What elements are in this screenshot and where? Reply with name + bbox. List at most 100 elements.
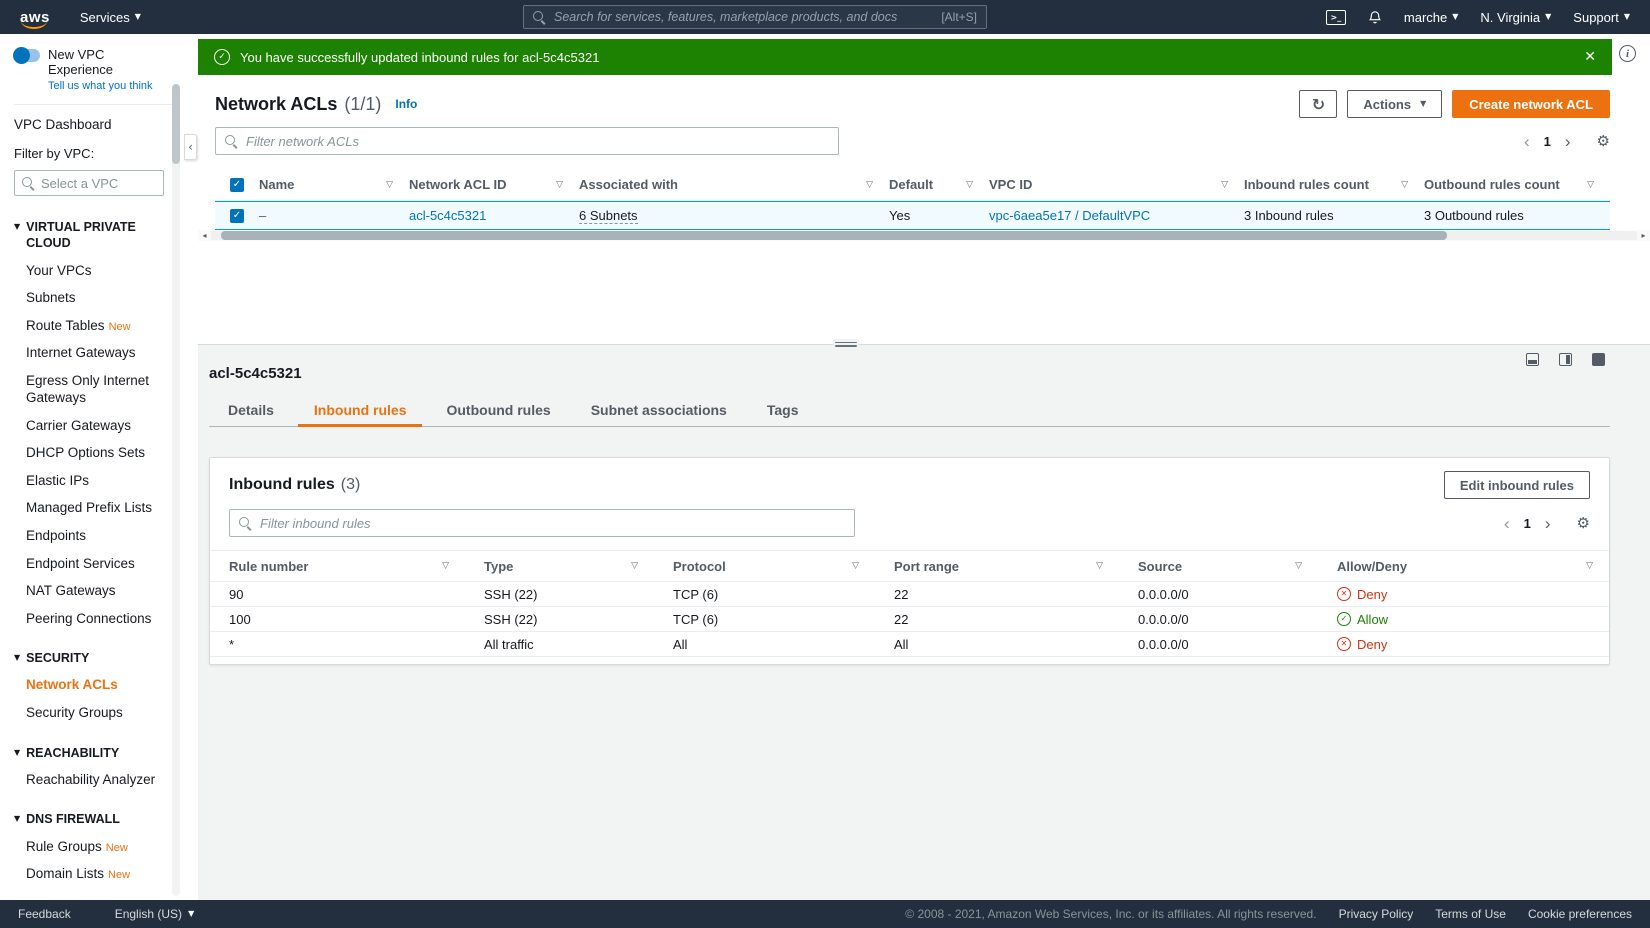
preferences-gear-icon[interactable]: ⚙ [1577, 514, 1590, 532]
bottom-panel-layout-icon[interactable] [1526, 353, 1539, 366]
sidebar-item-endpoint-services[interactable]: Endpoint Services [26, 555, 172, 573]
column-label: VPC ID [989, 177, 1033, 192]
info-link[interactable]: Info [395, 97, 417, 111]
filter-icon[interactable]: ▽ [386, 180, 393, 190]
privacy-policy-link[interactable]: Privacy Policy [1339, 907, 1414, 921]
cloudshell-icon[interactable]: >_ [1325, 9, 1346, 25]
region-menu[interactable]: N. Virginia ▼ [1480, 10, 1551, 25]
section-title-dns-firewall[interactable]: ▼ DNS FIREWALL [14, 811, 172, 827]
current-page[interactable]: 1 [1544, 134, 1551, 149]
banner-close-icon[interactable]: ✕ [1584, 49, 1596, 65]
previous-page-icon[interactable]: ‹ [1524, 133, 1530, 150]
sidebar-item-vpc-dashboard[interactable]: VPC Dashboard [14, 117, 172, 132]
outbound-count-cell: 3 Outbound rules [1424, 208, 1524, 223]
inbound-rules-filter[interactable] [229, 509, 855, 537]
sidebar-scrollbar[interactable] [172, 84, 180, 896]
scroll-left-icon[interactable]: ◂ [198, 231, 211, 240]
tab-outbound-rules[interactable]: Outbound rules [426, 393, 570, 426]
aws-logo[interactable]: aws [20, 9, 50, 29]
refresh-button[interactable]: ↻ [1299, 90, 1338, 118]
cookie-preferences-link[interactable]: Cookie preferences [1528, 907, 1632, 921]
sidebar-item-managed-prefix-lists[interactable]: Managed Prefix Lists [26, 499, 172, 517]
filter-icon[interactable]: ▽ [1221, 180, 1228, 190]
filter-row: ‹ 1 › ⚙ [215, 127, 1610, 155]
sidebar-item-network-acls[interactable]: Network ACLs [26, 676, 172, 694]
sidebar-item-subnets[interactable]: Subnets [26, 289, 172, 307]
filter-icon[interactable]: ▽ [1586, 561, 1593, 571]
inbound-rules-filter-input[interactable] [260, 515, 845, 531]
sidebar-item-internet-gateways[interactable]: Internet Gateways [26, 344, 172, 362]
sidebar-item-carrier-gateways[interactable]: Carrier Gateways [26, 417, 172, 435]
tab-details[interactable]: Details [209, 393, 294, 426]
scroll-right-icon[interactable]: ▸ [1637, 231, 1650, 240]
sidebar-item-reachability-analyzer[interactable]: Reachability Analyzer [26, 771, 172, 789]
filter-icon[interactable]: ▽ [1587, 180, 1594, 190]
terms-of-use-link[interactable]: Terms of Use [1435, 907, 1506, 921]
previous-page-icon[interactable]: ‹ [1504, 515, 1510, 532]
section-title-vpc[interactable]: ▼ VIRTUAL PRIVATE CLOUD [14, 219, 172, 252]
tab-inbound-rules[interactable]: Inbound rules [294, 393, 427, 427]
sidebar-item-your-vpcs[interactable]: Your VPCs [26, 262, 172, 280]
notifications-icon[interactable] [1368, 10, 1382, 25]
filter-icon[interactable]: ▽ [866, 180, 873, 190]
experience-feedback-link[interactable]: Tell us what you think [48, 80, 172, 92]
filter-icon[interactable]: ▽ [631, 561, 638, 571]
sidebar-item-dhcp-options-sets[interactable]: DHCP Options Sets [26, 444, 172, 462]
account-menu[interactable]: marche ▼ [1404, 10, 1459, 25]
horizontal-scrollbar[interactable]: ◂ ▸ [198, 230, 1650, 241]
support-menu[interactable]: Support ▼ [1573, 10, 1630, 25]
sidebar-item-rule-groups[interactable]: Rule Groups New [26, 838, 172, 856]
vpc-id-link[interactable]: vpc-6aea5e17 / DefaultVPC [989, 208, 1150, 223]
sidebar-item-peering-connections[interactable]: Peering Connections [26, 610, 172, 628]
section-title-reachability[interactable]: ▼ REACHABILITY [14, 745, 172, 761]
column-label: Allow/Deny [1337, 558, 1408, 574]
sidebar-collapse-button[interactable]: ‹ [184, 134, 197, 160]
filter-icon[interactable]: ▽ [966, 180, 973, 190]
full-panel-layout-icon[interactable] [1592, 353, 1605, 366]
filter-icon[interactable]: ▽ [1401, 180, 1408, 190]
sidebar-scrollbar-thumb[interactable] [172, 84, 180, 164]
acl-filter[interactable] [215, 127, 839, 155]
filter-icon[interactable]: ▽ [1096, 561, 1103, 571]
language-menu[interactable]: English (US) ▼ [115, 907, 195, 921]
sidebar-item-route-tables[interactable]: Route Tables New [26, 317, 172, 335]
global-search[interactable]: [Alt+S] [523, 5, 987, 29]
feedback-link[interactable]: Feedback [18, 907, 71, 921]
acl-id-link[interactable]: acl-5c4c5321 [409, 208, 486, 223]
main-content: Network ACLs (1/1) Info ↻ Actions ▼ Crea… [198, 34, 1650, 900]
scrollbar-thumb[interactable] [221, 231, 1448, 240]
select-all-checkbox[interactable]: ✓ [230, 177, 244, 192]
sidebar-item-domain-lists[interactable]: Domain Lists New [26, 865, 172, 883]
acl-filter-input[interactable] [246, 133, 829, 149]
sidebar-item-security-groups[interactable]: Security Groups [26, 704, 172, 722]
tab-tags[interactable]: Tags [747, 393, 819, 426]
filter-icon[interactable]: ▽ [1295, 561, 1302, 571]
services-menu[interactable]: Services ▼ [80, 10, 141, 25]
vpc-filter-select[interactable]: Select a VPC [14, 170, 164, 196]
actions-button[interactable]: Actions ▼ [1347, 90, 1443, 118]
filter-icon[interactable]: ▽ [442, 561, 449, 571]
filter-icon[interactable]: ▽ [852, 561, 859, 571]
global-search-input[interactable] [554, 10, 934, 24]
current-page[interactable]: 1 [1524, 516, 1531, 531]
side-panel-layout-icon[interactable] [1559, 353, 1572, 366]
experience-toggle[interactable] [13, 47, 40, 64]
section-title-security[interactable]: ▼ SECURITY [14, 650, 172, 666]
sidebar-item-egress-only-internet-gateways[interactable]: Egress Only Internet Gateways [26, 372, 172, 407]
edit-inbound-rules-button[interactable]: Edit inbound rules [1443, 471, 1590, 499]
panel-resize-handle[interactable] [833, 339, 859, 349]
filter-icon[interactable]: ▽ [556, 180, 563, 190]
help-panel-icon[interactable]: i [1619, 45, 1636, 62]
next-page-icon[interactable]: › [1545, 515, 1551, 532]
scrollbar-track[interactable] [211, 231, 1637, 240]
sidebar-item-endpoints[interactable]: Endpoints [26, 527, 172, 545]
create-network-acl-button[interactable]: Create network ACL [1452, 90, 1610, 118]
subnets-popover-link[interactable]: 6 Subnets [579, 208, 638, 224]
next-page-icon[interactable]: › [1565, 133, 1571, 150]
tab-subnet-associations[interactable]: Subnet associations [571, 393, 747, 426]
preferences-gear-icon[interactable]: ⚙ [1597, 132, 1610, 150]
experience-title: New VPC Experience [48, 47, 114, 77]
sidebar-item-nat-gateways[interactable]: NAT Gateways [26, 582, 172, 600]
row-checkbox[interactable]: ✓ [230, 208, 244, 223]
sidebar-item-elastic-ips[interactable]: Elastic IPs [26, 472, 172, 490]
